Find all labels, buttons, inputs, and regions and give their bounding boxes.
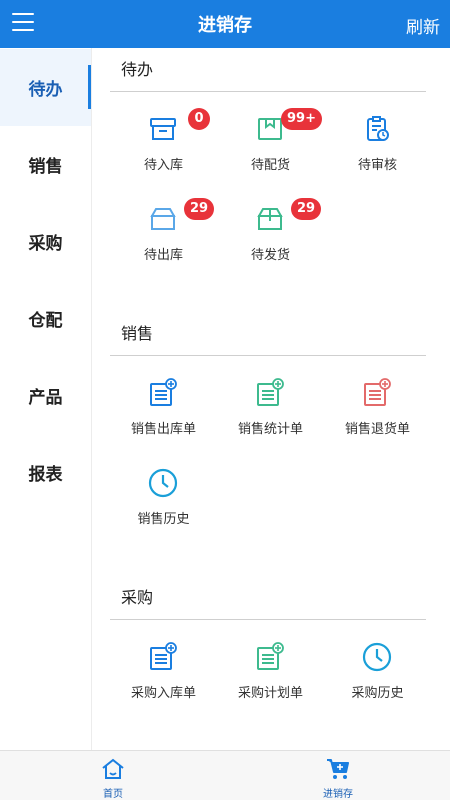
sidebar-item-todo[interactable]: 待办: [0, 49, 91, 126]
form-add-icon: [257, 642, 284, 670]
badge-count: 0: [188, 108, 210, 130]
item-label: 采购计划单: [237, 686, 303, 701]
badge-count: 29: [184, 198, 215, 220]
sidebar-item-sales[interactable]: 销售: [0, 126, 91, 203]
main-content: 待办 0 待入库 99+ 待配货 待审核 29 待出库 29 待发货 销售 销售…: [92, 48, 450, 750]
purchase-section: 采购 采购入库单 采购计划单 采购历史: [110, 576, 426, 710]
sidebar-item-reports[interactable]: 报表: [0, 434, 91, 511]
item-label: 采购历史: [351, 686, 404, 701]
section-title-todo: 待办: [110, 48, 426, 92]
sidebar-item-purchase[interactable]: 采购: [0, 203, 91, 280]
todo-pending-inbound[interactable]: 0 待入库: [110, 92, 217, 182]
todo-pending-allocation[interactable]: 99+ 待配货: [217, 92, 324, 182]
section-title-purchase: 采购: [110, 576, 426, 620]
item-label: 销售出库单: [130, 422, 196, 437]
refresh-button[interactable]: 刷新: [406, 13, 440, 38]
sidebar: 待办 销售 采购 仓配 产品 报表: [0, 48, 92, 750]
sidebar-item-warehouse[interactable]: 仓配: [0, 280, 91, 357]
item-label: 待发货: [250, 248, 290, 263]
form-add-icon: [150, 378, 177, 406]
form-add-icon: [257, 378, 284, 406]
todo-pending-outbound[interactable]: 29 待出库: [110, 182, 217, 272]
sales-statistics-order[interactable]: 销售统计单: [217, 356, 324, 446]
cart-icon: [327, 759, 349, 779]
form-add-icon: [364, 378, 391, 406]
badge-count: 99+: [281, 108, 322, 130]
shipping-box-icon: [257, 208, 283, 230]
item-label: 待出库: [143, 248, 183, 263]
purchase-plan-order[interactable]: 采购计划单: [217, 620, 324, 710]
item-label: 销售历史: [137, 512, 190, 527]
item-label: 采购入库单: [130, 686, 196, 701]
bottom-tab-bar: 首页 进销存: [0, 750, 450, 800]
todo-section: 待办 0 待入库 99+ 待配货 待审核 29 待出库 29 待发货: [110, 48, 426, 272]
clipboard-clock-icon: [367, 116, 389, 141]
section-title-sales: 销售: [110, 312, 426, 356]
tab-home-label: 首页: [103, 789, 123, 800]
box-icon: [150, 208, 176, 230]
item-label: 待入库: [143, 158, 183, 173]
tab-inventory-label: 进销存: [323, 789, 353, 800]
tab-inventory[interactable]: 进销存: [278, 751, 398, 801]
top-app-bar: 进销存 刷新: [0, 0, 450, 48]
clock-icon: [362, 642, 392, 672]
item-label: 待配货: [250, 158, 290, 173]
item-label: 销售退货单: [344, 422, 410, 437]
sales-section: 销售 销售出库单 销售统计单 销售退货单 销售历史: [110, 312, 426, 536]
page-title: 进销存: [198, 15, 252, 36]
home-icon: [102, 758, 124, 779]
purchase-inbound-order[interactable]: 采购入库单: [110, 620, 217, 710]
sidebar-item-products[interactable]: 产品: [0, 357, 91, 434]
item-label: 待审核: [357, 158, 397, 173]
purchase-history[interactable]: 采购历史: [324, 620, 431, 710]
badge-count: 29: [291, 198, 322, 220]
clock-icon: [148, 468, 178, 498]
sales-outbound-order[interactable]: 销售出库单: [110, 356, 217, 446]
sales-return-order[interactable]: 销售退货单: [324, 356, 431, 446]
todo-pending-review[interactable]: 待审核: [324, 92, 431, 182]
todo-pending-shipment[interactable]: 29 待发货: [217, 182, 324, 272]
sales-history[interactable]: 销售历史: [110, 446, 217, 536]
item-label: 销售统计单: [237, 422, 303, 437]
inbox-box-icon: [150, 118, 176, 140]
hamburger-menu-icon[interactable]: [12, 13, 34, 33]
form-add-icon: [150, 642, 177, 670]
tab-home[interactable]: 首页: [53, 751, 173, 801]
